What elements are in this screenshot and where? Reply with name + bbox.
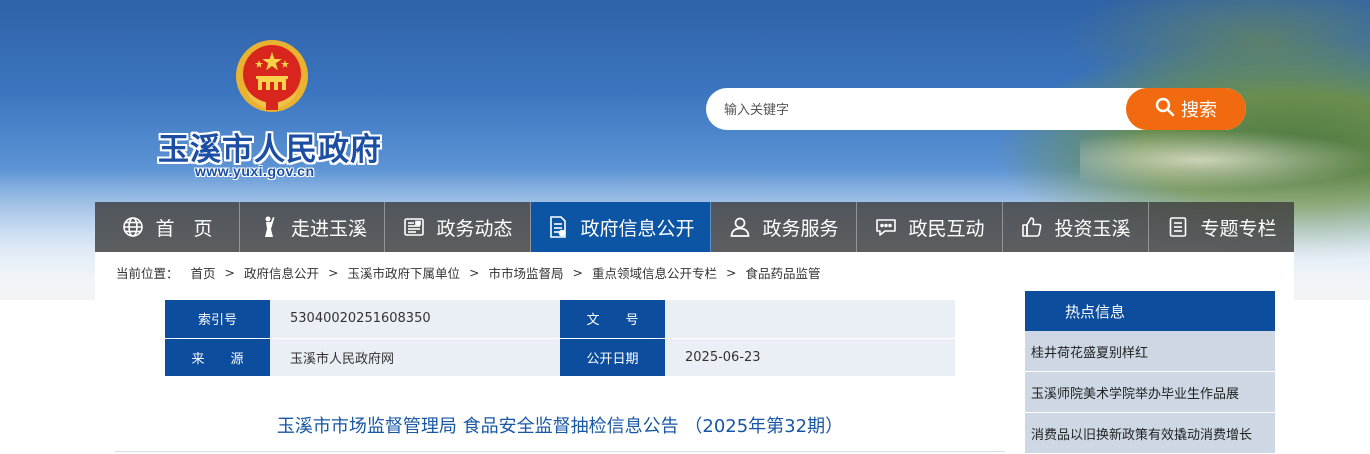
- source-value: 玉溪市人民政府网: [270, 338, 560, 377]
- article-title: 玉溪市市场监督管理局 食品安全监督抽检信息公告 （2025年第32期）: [276, 416, 844, 437]
- hot-news-panel: 热点信息 桂井荷花盛夏别样红 玉溪师院美术学院举办毕业生作品展 消费品以旧换新政…: [1025, 291, 1275, 454]
- nav-item-interaction[interactable]: 政民互动: [857, 202, 1003, 252]
- doc-no-label: 文 号: [560, 300, 665, 339]
- search-input[interactable]: [706, 88, 1136, 130]
- statue-icon: [257, 215, 281, 239]
- breadcrumb-link-key-areas[interactable]: 重点领域信息公开专栏: [592, 263, 717, 282]
- breadcrumb-link-subordinate-units[interactable]: 玉溪市政府下属单位: [348, 263, 461, 282]
- nav-item-about-yuxi[interactable]: 走进玉溪: [240, 202, 385, 252]
- document-icon: [546, 215, 570, 239]
- nav-item-home[interactable]: 首 页: [95, 202, 240, 252]
- search-button[interactable]: 搜索: [1126, 88, 1246, 130]
- hot-news-item[interactable]: 桂井荷花盛夏别样红: [1025, 331, 1275, 372]
- thumbs-up-icon: [1020, 215, 1044, 239]
- nav-item-info-disclosure[interactable]: 政府信息公开: [531, 202, 711, 252]
- breadcrumb: 当前位置： 首页 > 政府信息公开 > 玉溪市政府下属单位 > 市市场监督局 >…: [116, 263, 821, 281]
- source-label: 来 源: [165, 338, 270, 377]
- breadcrumb-separator: >: [328, 264, 339, 280]
- nav-label: 政务服务: [762, 217, 839, 240]
- national-emblem-icon: [232, 38, 312, 118]
- breadcrumb-separator: >: [726, 264, 737, 280]
- search-icon: [1155, 97, 1175, 121]
- date-label: 公开日期: [560, 338, 665, 377]
- list-icon: [1166, 215, 1190, 239]
- nav-label: 政民互动: [908, 217, 985, 240]
- breadcrumb-link-home[interactable]: 首页: [191, 263, 216, 282]
- breadcrumb-link-market-bureau[interactable]: 市市场监督局: [489, 263, 564, 282]
- document-info-table: 索引号 53040020251608350 文 号 来 源 玉溪市人民政府网 公…: [165, 300, 955, 377]
- hot-news-item[interactable]: 消费品以旧换新政策有效撬动消费增长: [1025, 413, 1275, 454]
- newspaper-icon: [402, 215, 426, 239]
- nav-label: 政务动态: [436, 217, 513, 240]
- table-row: 来 源 玉溪市人民政府网 公开日期 2025-06-23: [165, 338, 955, 377]
- nav-item-services[interactable]: 政务服务: [711, 202, 857, 252]
- doc-no-value: [665, 300, 955, 339]
- site-title: 玉溪市人民政府: [158, 132, 382, 168]
- nav-item-topics[interactable]: 专题专栏: [1149, 202, 1294, 252]
- breadcrumb-link-food-drug[interactable]: 食品药品监管: [746, 263, 821, 282]
- hot-news-item[interactable]: 玉溪师院美术学院举办毕业生作品展: [1025, 372, 1275, 413]
- nav-label: 专题专栏: [1200, 217, 1277, 240]
- breadcrumb-separator: >: [572, 264, 584, 280]
- nav-label: 投资玉溪: [1054, 217, 1131, 240]
- table-row: 索引号 53040020251608350 文 号: [165, 300, 955, 339]
- breadcrumb-label: 当前位置：: [116, 265, 179, 281]
- index-label: 索引号: [165, 300, 270, 339]
- index-value: 53040020251608350: [270, 300, 560, 339]
- title-divider: [115, 451, 1005, 452]
- chat-icon: [874, 215, 898, 239]
- search-button-label: 搜索: [1181, 100, 1217, 121]
- nav-label: 政府信息公开: [580, 217, 695, 240]
- nav-item-news[interactable]: 政务动态: [385, 202, 531, 252]
- breadcrumb-separator: >: [224, 264, 236, 280]
- nav-label: 首 页: [155, 217, 213, 240]
- search-bar: 搜索: [706, 88, 1246, 130]
- nav-label: 走进玉溪: [290, 217, 367, 240]
- date-value: 2025-06-23: [665, 338, 955, 377]
- site-url: www.yuxi.gov.cn: [195, 163, 315, 179]
- hot-news-header: 热点信息: [1025, 291, 1275, 331]
- nav-item-invest[interactable]: 投资玉溪: [1003, 202, 1149, 252]
- breadcrumb-separator: >: [469, 264, 480, 280]
- person-icon: [728, 215, 752, 239]
- main-nav: 首 页 走进玉溪 政务动态 政府信息公开 政务服务 政民互动 投资玉溪 专题专栏: [95, 202, 1294, 252]
- globe-icon: [121, 215, 145, 239]
- breadcrumb-link-info-disclosure[interactable]: 政府信息公开: [244, 263, 319, 282]
